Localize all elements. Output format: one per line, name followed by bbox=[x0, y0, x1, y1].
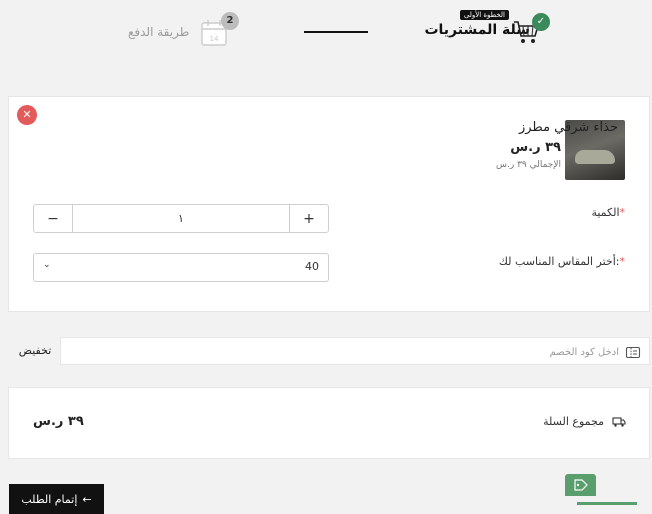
step-tag: الخطوة الأولى bbox=[459, 10, 509, 20]
step-connector bbox=[304, 31, 368, 33]
checkout-label: إتمام الطلب bbox=[21, 492, 78, 506]
size-label: أختر المقاس المناسب لك:* bbox=[498, 255, 625, 268]
size-select[interactable]: 40 ⌄ bbox=[33, 253, 329, 282]
quantity-value[interactable]: ١ bbox=[73, 205, 289, 232]
step-payment-label: طريقة الدفع bbox=[128, 25, 190, 39]
quantity-label: الكمية* bbox=[591, 206, 625, 219]
coupon-field bbox=[60, 337, 650, 365]
size-selected-value: 40 bbox=[305, 260, 319, 273]
arrow-left-icon: ← bbox=[82, 492, 92, 506]
product-total: الإجمالي ٣٩ ر.س bbox=[496, 160, 561, 170]
quantity-stepper: − ١ + bbox=[33, 204, 329, 233]
coupon-input[interactable] bbox=[87, 342, 621, 362]
product-name: حذاء شرقي مطرز bbox=[518, 120, 618, 135]
discount-tag-icon bbox=[573, 479, 588, 491]
decrease-quantity-button[interactable]: − bbox=[34, 205, 73, 232]
cart-total-value: ٣٩ ر.س bbox=[33, 414, 84, 429]
product-price: ٣٩ ر.س bbox=[510, 140, 561, 155]
discount-tag-button[interactable] bbox=[565, 474, 596, 496]
coupon-ticket-icon bbox=[625, 344, 641, 364]
promo-indicator bbox=[577, 502, 637, 505]
remove-item-button[interactable]: ✕ bbox=[17, 105, 37, 125]
step-number-badge: 2 bbox=[221, 12, 239, 30]
step-complete-check-icon: ✓ bbox=[532, 13, 550, 31]
chevron-down-icon: ⌄ bbox=[43, 260, 51, 270]
checkout-button[interactable]: إتمام الطلب ← bbox=[9, 484, 104, 514]
cart-total-label: مجموع السلة bbox=[543, 415, 604, 428]
truck-icon bbox=[612, 414, 626, 433]
increase-quantity-button[interactable]: + bbox=[289, 205, 328, 232]
apply-discount-button[interactable]: تخفيض bbox=[10, 338, 60, 364]
svg-text:14: 14 bbox=[210, 35, 219, 43]
